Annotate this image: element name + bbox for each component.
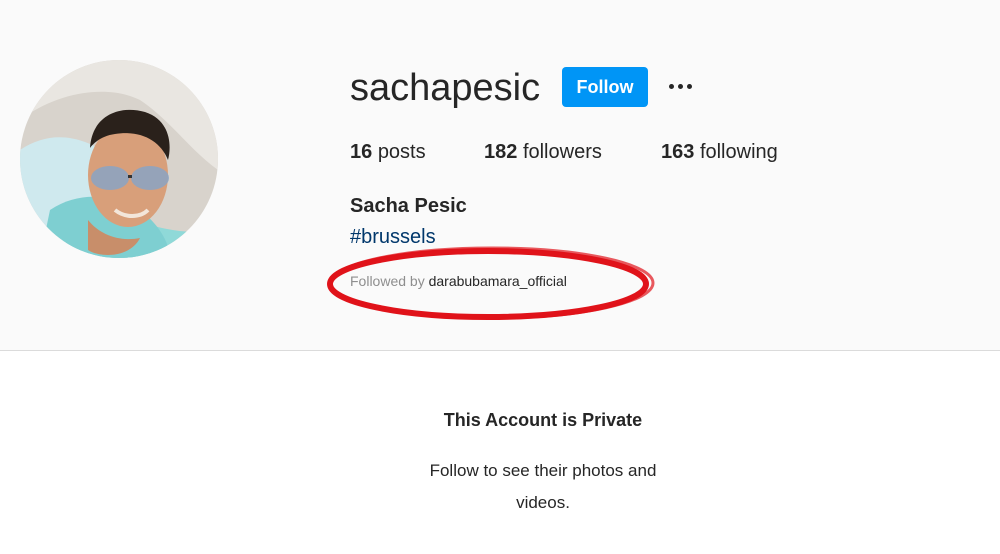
more-options-dot: [677, 83, 683, 89]
following-stat[interactable]: 163 following: [661, 139, 778, 165]
followed-by: Followed by darabubamara_official: [350, 271, 567, 291]
follow-button[interactable]: Follow: [562, 67, 648, 107]
profile-username: sachapesic: [350, 67, 541, 109]
private-message-line: videos.: [516, 493, 570, 512]
profile-full-name: Sacha Pesic: [350, 195, 467, 217]
followers-label: followers: [522, 141, 602, 163]
following-label: following: [699, 141, 778, 163]
avatar-photo: [20, 60, 218, 258]
following-count: 163: [661, 141, 695, 163]
followers-stat[interactable]: 182 followers: [484, 139, 602, 165]
followed-by-user-link[interactable]: darabubamara_official: [429, 273, 567, 289]
private-account-message: Follow to see their photos and videos.: [0, 455, 1000, 519]
profile-header: sachapesic Follow 16 posts 182 followers…: [0, 0, 1000, 351]
more-options-dot: [686, 83, 692, 89]
posts-stat[interactable]: 16 posts: [350, 139, 426, 165]
followed-by-label: Followed by: [350, 273, 425, 289]
profile-avatar[interactable]: [20, 60, 218, 258]
posts-count: 16: [350, 141, 373, 163]
bio-hashtag-link[interactable]: #brussels: [350, 224, 436, 250]
private-message-line: Follow to see their photos and: [429, 461, 657, 480]
followers-count: 182: [484, 141, 518, 163]
posts-label: posts: [377, 141, 426, 163]
more-options-dot: [668, 83, 674, 89]
private-account-title: This Account is Private: [443, 410, 643, 430]
more-options-icon[interactable]: [664, 70, 696, 102]
